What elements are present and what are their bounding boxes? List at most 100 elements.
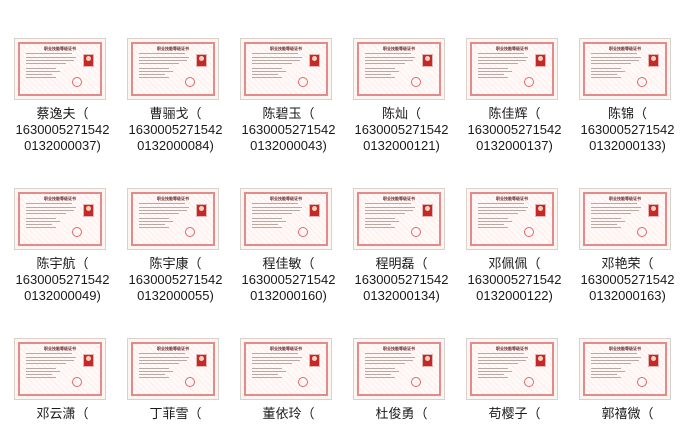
file-name-line: 0132000121) xyxy=(363,138,440,153)
file-name-line: 0132000160) xyxy=(250,288,327,303)
certificate-image: 职业技能等级证书 xyxy=(470,192,554,246)
certificate-text-line xyxy=(591,74,617,75)
certificate-text-line xyxy=(139,203,185,204)
certificate-text-line xyxy=(139,57,189,58)
certificate-image: 职业技能等级证书 xyxy=(131,342,215,396)
file-name-label: 苟樱子（ xyxy=(458,406,571,422)
certificate-text-line xyxy=(26,221,60,222)
certificate-text-line xyxy=(26,357,76,358)
certificate-thumbnail[interactable]: 职业技能等级证书 xyxy=(14,188,106,250)
certificate-text-line xyxy=(591,60,639,61)
certificate-text-line xyxy=(365,374,391,375)
file-name-line: 邓佩佩（ xyxy=(488,256,541,271)
certificate-text-line xyxy=(478,363,518,364)
certificate-text-line xyxy=(365,224,391,225)
certificate-text-line xyxy=(591,368,621,369)
file-name-label: 邓云潇（ xyxy=(6,406,119,422)
certificate-image: 职业技能等级证书 xyxy=(18,342,102,396)
certificate-thumbnail[interactable]: 职业技能等级证书 xyxy=(353,188,445,250)
certificate-thumbnail[interactable]: 职业技能等级证书 xyxy=(579,38,671,100)
file-name-line: 0132000043) xyxy=(250,138,327,153)
seal-stamp xyxy=(524,77,534,87)
certificate-text-line xyxy=(139,357,189,358)
certificate-text-line xyxy=(365,227,395,228)
certificate-thumbnail[interactable]: 职业技能等级证书 xyxy=(127,38,219,100)
portrait-photo xyxy=(83,204,94,217)
portrait-photo xyxy=(648,354,659,367)
certificate-text-line xyxy=(139,207,189,208)
certificate-text-line xyxy=(139,371,173,372)
certificate-thumbnail[interactable]: 职业技能等级证书 xyxy=(240,338,332,400)
certificate-thumbnail[interactable]: 职业技能等级证书 xyxy=(14,38,106,100)
certificate-text-line xyxy=(365,74,391,75)
certificate-thumbnail[interactable]: 职业技能等级证书 xyxy=(14,338,106,400)
certificate-text-line xyxy=(591,77,621,78)
certificate-text-line xyxy=(591,363,631,364)
certificate-title: 职业技能等级证书 xyxy=(609,196,641,201)
file-name-label: 陈锦（ 1630005271542 0132000133) xyxy=(571,106,684,154)
file-name-line: 1630005271542 xyxy=(241,122,336,137)
certificate-thumbnail[interactable]: 职业技能等级证书 xyxy=(579,188,671,250)
certificate-image: 职业技能等级证书 xyxy=(244,42,328,96)
certificate-title: 职业技能等级证书 xyxy=(496,346,528,351)
certificate-image: 职业技能等级证书 xyxy=(244,192,328,246)
certificate-image: 职业技能等级证书 xyxy=(18,42,102,96)
certificate-text-line xyxy=(26,371,60,372)
certificate-text-line xyxy=(365,207,415,208)
seal-stamp xyxy=(637,377,647,387)
certificate-text-line xyxy=(365,60,413,61)
certificate-title: 职业技能等级证书 xyxy=(157,346,189,351)
certificate-text-line xyxy=(478,213,518,214)
certificate-thumbnail[interactable]: 职业技能等级证书 xyxy=(353,38,445,100)
certificate-text-line xyxy=(26,353,72,354)
seal-stamp xyxy=(298,77,308,87)
certificate-text-line xyxy=(478,374,504,375)
seal-stamp xyxy=(411,227,421,237)
certificate-thumbnail[interactable]: 职业技能等级证书 xyxy=(240,38,332,100)
seal-stamp xyxy=(185,77,195,87)
file-name-label: 蔡逸夫（ 1630005271542 0132000037) xyxy=(6,106,119,154)
certificate-text-line xyxy=(591,371,625,372)
certificate-text-line xyxy=(26,57,76,58)
portrait-photo xyxy=(648,204,659,217)
certificate-thumbnail[interactable]: 职业技能等级证书 xyxy=(466,38,558,100)
certificate-text-line xyxy=(252,371,286,372)
certificate-text-line xyxy=(26,77,56,78)
file-name-line: 1630005271542 xyxy=(467,272,562,287)
certificate-image: 职业技能等级证书 xyxy=(357,42,441,96)
certificate-thumbnail[interactable]: 职业技能等级证书 xyxy=(127,188,219,250)
certificate-text-line xyxy=(591,224,617,225)
certificate-text-line xyxy=(478,74,504,75)
portrait-photo xyxy=(535,204,546,217)
certificate-thumbnail[interactable]: 职业技能等级证书 xyxy=(353,338,445,400)
file-name-label: 曹骊戈（ 1630005271542 0132000084) xyxy=(119,106,232,154)
file-name-line: 1630005271542 xyxy=(15,272,110,287)
certificate-title: 职业技能等级证书 xyxy=(496,46,528,51)
certificate-thumbnail[interactable]: 职业技能等级证书 xyxy=(579,338,671,400)
certificate-text-line xyxy=(478,227,508,228)
file-name-line: 程佳敏（ xyxy=(262,256,315,271)
certificate-thumbnail[interactable]: 职业技能等级证书 xyxy=(240,188,332,250)
certificate-text-line xyxy=(478,210,526,211)
certificate-thumbnail[interactable]: 职业技能等级证书 xyxy=(127,338,219,400)
certificate-text-line xyxy=(139,227,169,228)
certificate-thumbnail[interactable]: 职业技能等级证书 xyxy=(466,188,558,250)
seal-stamp xyxy=(72,377,82,387)
certificate-image: 职业技能等级证书 xyxy=(583,342,667,396)
portrait-photo xyxy=(196,204,207,217)
certificate-title: 职业技能等级证书 xyxy=(44,46,76,51)
portrait-photo xyxy=(309,204,320,217)
certificate-thumbnail[interactable]: 职业技能等级证书 xyxy=(466,338,558,400)
file-name-line: 陈佳辉（ xyxy=(488,106,541,121)
certificate-text-line xyxy=(478,77,508,78)
certificate-text-line xyxy=(365,53,411,54)
certificate-text-line xyxy=(139,374,165,375)
seal-stamp xyxy=(185,377,195,387)
certificate-text-line xyxy=(139,224,165,225)
certificate-title: 职业技能等级证书 xyxy=(383,346,415,351)
certificate-text-line xyxy=(139,71,173,72)
portrait-photo xyxy=(196,354,207,367)
certificate-text-line xyxy=(591,218,621,219)
certificate-text-line xyxy=(139,221,173,222)
certificate-text-line xyxy=(252,68,282,69)
